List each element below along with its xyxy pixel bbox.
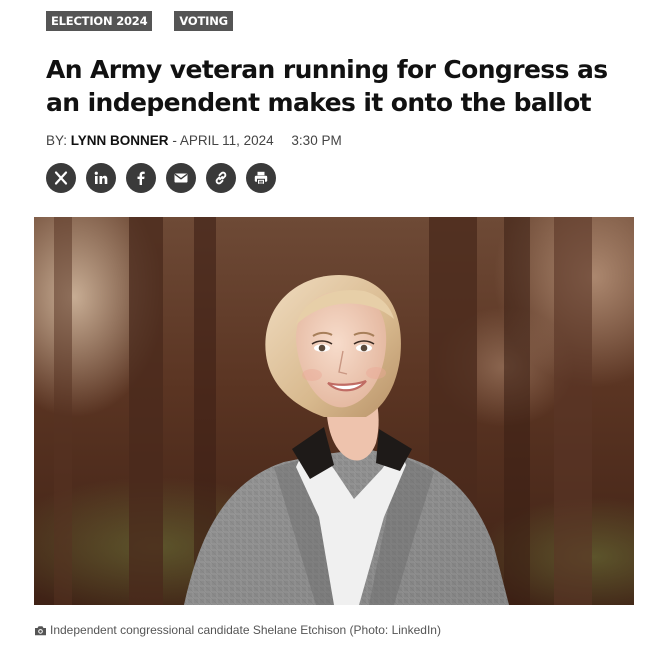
copy-link-button[interactable] [206,163,236,193]
tag-voting[interactable]: VOTING [174,11,233,31]
article-photo [34,217,634,605]
share-linkedin-button[interactable] [86,163,116,193]
byline-prefix: BY: [46,133,68,148]
byline: BY: LYNN BONNER - APRIL 11, 2024 3:30 PM [46,133,342,148]
byline-separator: - [172,133,177,148]
camera-icon [34,625,47,636]
print-icon [253,170,269,186]
publish-date: APRIL 11, 2024 [179,133,274,148]
publish-time: 3:30 PM [291,133,342,148]
tag-election-2024[interactable]: ELECTION 2024 [46,11,153,31]
category-tags: ELECTION 2024 VOTING [46,11,233,31]
caption-text: Independent congressional candidate Shel… [50,623,441,637]
email-icon [173,170,189,186]
link-icon [213,170,229,186]
print-button[interactable] [246,163,276,193]
article-headline: An Army veteran running for Congress as … [46,55,608,117]
x-icon [53,170,69,186]
linkedin-icon [93,170,109,186]
author-link[interactable]: LYNN BONNER [71,133,169,148]
share-facebook-button[interactable] [126,163,156,193]
facebook-icon [133,170,149,186]
photo-caption: Independent congressional candidate Shel… [34,623,441,637]
share-bar [46,163,276,193]
share-x-button[interactable] [46,163,76,193]
share-email-button[interactable] [166,163,196,193]
